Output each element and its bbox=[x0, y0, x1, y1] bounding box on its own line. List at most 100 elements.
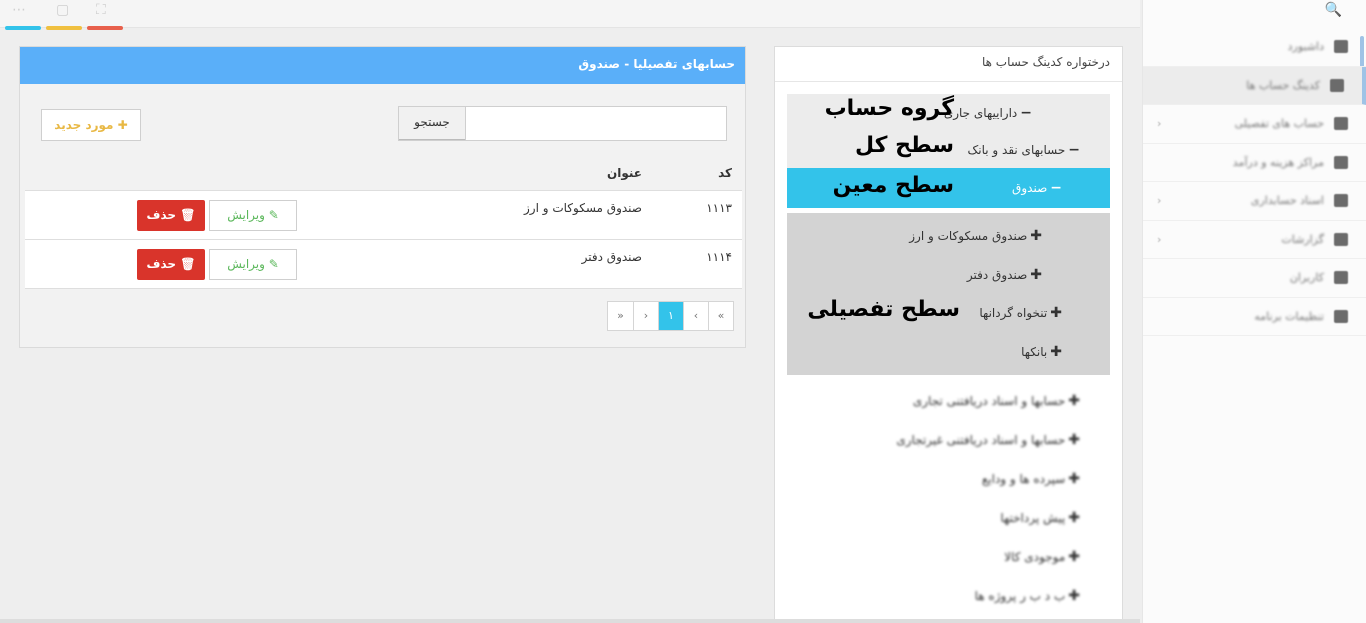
fullscreen-icon[interactable]: ⛶ bbox=[96, 2, 106, 18]
trash-icon: 🗑 bbox=[180, 208, 196, 222]
account-tree: − داراییهای جاری گروه حساب − حسابهای نقد… bbox=[787, 94, 1110, 615]
edit-button[interactable]: ✎ ویرایش bbox=[209, 200, 297, 231]
tree-panel-title: درختواره کدینگ حساب ها bbox=[775, 47, 1122, 82]
sidebar-item-account-coding[interactable]: کدینگ حساب ها bbox=[1143, 66, 1366, 105]
pager-page-1[interactable]: ۱ bbox=[658, 302, 683, 330]
tree-node-label: بانکها bbox=[1021, 344, 1048, 359]
tree-node-other[interactable]: ✚ سپرده ها و ودایع bbox=[787, 459, 1110, 498]
sidebar-menu: داشبورد کدینگ حساب ها حساب های تفصیلی ‹ … bbox=[1143, 28, 1366, 336]
tree-node-other[interactable]: ✚ حسابها و اسناد دریافتنی تجاری bbox=[787, 381, 1110, 420]
tree-node-detail[interactable]: ✚ صندوق دفتر bbox=[787, 256, 1110, 295]
tree-node-label: حسابها و اسناد دریافتنی غیرتجاری bbox=[896, 432, 1066, 447]
file-icon bbox=[1334, 155, 1348, 169]
expand-icon[interactable]: ✚ bbox=[1050, 305, 1062, 321]
expand-icon[interactable]: ✚ bbox=[1030, 267, 1042, 283]
chevron-left-icon: ‹ bbox=[1157, 232, 1162, 246]
other-tree-nodes: ✚ حسابها و اسناد دریافتنی تجاری ✚ حسابها… bbox=[787, 381, 1110, 615]
sidebar-item-label: کاربران bbox=[1289, 271, 1324, 285]
tree-node-other[interactable]: ✚ ب د ب ر پروژه ها bbox=[787, 576, 1110, 615]
chevron-left-icon: ‹ bbox=[1157, 117, 1162, 131]
level-label-detail: سطح تفصیلی bbox=[807, 297, 960, 322]
pagination: » › ۱ ‹ « bbox=[607, 301, 734, 331]
edit-icon: ✎ bbox=[268, 257, 279, 271]
sidebar-item-label: کدینگ حساب ها bbox=[1246, 78, 1320, 92]
search-icon[interactable]: 🔍 bbox=[1325, 2, 1342, 18]
row-code: ۱۱۱۳ bbox=[706, 201, 732, 215]
delete-button[interactable]: 🗑 حذف bbox=[137, 200, 205, 231]
color-strip-red bbox=[87, 26, 123, 30]
pager-prev[interactable]: ‹ bbox=[683, 302, 708, 330]
tree-node-label: صندوق دفتر bbox=[966, 267, 1028, 282]
sidebar-item-settings[interactable]: تنظیمات برنامه bbox=[1143, 298, 1366, 336]
table-row: ۱۱۱۴ صندوق دفتر ✎ ویرایش 🗑 حذف bbox=[25, 240, 742, 289]
search-button[interactable]: جستجو bbox=[399, 107, 466, 140]
tree-node-label: صندوق مسکوکات و ارز bbox=[909, 229, 1028, 244]
sidebar-item-label: داشبورد bbox=[1287, 40, 1324, 54]
collapse-icon[interactable]: − bbox=[1020, 105, 1032, 121]
new-item-label: مورد جدید bbox=[54, 118, 114, 132]
edit-label: ویرایش bbox=[227, 257, 265, 271]
sidebar-item-cost-centers[interactable]: مراکز هزینه و درآمد bbox=[1143, 144, 1366, 182]
level-label-subsidiary: سطح معین bbox=[832, 173, 954, 198]
account-tree-panel: درختواره کدینگ حساب ها − داراییهای جاری … bbox=[774, 46, 1123, 623]
window-icon[interactable]: ▢ bbox=[56, 2, 69, 18]
collapse-icon[interactable]: − bbox=[1068, 142, 1080, 158]
top-toolbar: ⋯ ▢ ⛶ bbox=[0, 0, 1140, 30]
home-icon bbox=[1334, 40, 1348, 54]
sidebar-item-detail-accounts[interactable]: حساب های تفصیلی ‹ bbox=[1143, 105, 1366, 144]
tree-node-detail[interactable]: ✚ صندوق مسکوکات و ارز bbox=[787, 217, 1110, 256]
tree-node-ledger[interactable]: − حسابهای نقد و بانک سطح کل bbox=[787, 131, 1110, 168]
sidebar-item-label: تنظیمات برنامه bbox=[1254, 309, 1324, 323]
sidebar-item-vouchers[interactable]: اسناد حسابداری ‹ bbox=[1143, 182, 1366, 221]
sidebar-item-users[interactable]: کاربران bbox=[1143, 259, 1366, 298]
sidebar-item-label: مراکز هزینه و درآمد bbox=[1232, 155, 1324, 169]
detail-accounts-panel: حسابهای تفصیلیا - صندوق جستجو ✚ مورد جدی… bbox=[19, 46, 746, 348]
search-input[interactable] bbox=[466, 107, 726, 140]
column-header-title: عنوان bbox=[607, 166, 642, 180]
row-title: صندوق دفتر bbox=[581, 250, 642, 264]
expand-icon[interactable]: ✚ bbox=[1030, 228, 1042, 244]
bottom-scrollbar[interactable] bbox=[0, 619, 1140, 623]
edit-button[interactable]: ✎ ویرایش bbox=[209, 249, 297, 280]
pager-last[interactable]: » bbox=[608, 302, 633, 330]
table-row: ۱۱۱۳ صندوق مسکوکات و ارز ✎ ویرایش 🗑 حذف bbox=[25, 191, 742, 240]
sidebar-item-reports[interactable]: گزارشات ‹ bbox=[1143, 221, 1366, 259]
tree-node-detail[interactable]: ✚ بانکها bbox=[787, 333, 1110, 372]
sidebar-item-dashboard[interactable]: داشبورد bbox=[1143, 28, 1366, 67]
row-title: صندوق مسکوکات و ارز bbox=[523, 201, 642, 215]
tree-node-detail[interactable]: ✚ تنخواه گردانها سطح تفصیلی bbox=[787, 294, 1110, 333]
tree-node-label: صندوق bbox=[1012, 181, 1048, 195]
detail-nodes-block: ✚ صندوق مسکوکات و ارز ✚ صندوق دفتر ✚ تنخ… bbox=[787, 213, 1110, 375]
expand-icon[interactable]: ✚ bbox=[1068, 393, 1080, 409]
expand-icon[interactable]: ✚ bbox=[1068, 549, 1080, 565]
delete-label: حذف bbox=[146, 208, 177, 222]
delete-button[interactable]: 🗑 حذف bbox=[137, 249, 205, 280]
collapse-icon[interactable]: − bbox=[1050, 180, 1062, 196]
level-label-group: گروه حساب bbox=[824, 96, 954, 121]
pager-first[interactable]: « bbox=[708, 302, 733, 330]
tree-node-label: سپرده ها و ودایع bbox=[981, 471, 1066, 486]
new-item-button[interactable]: ✚ مورد جدید bbox=[41, 109, 141, 141]
table-icon bbox=[1330, 78, 1344, 92]
tree-node-other[interactable]: ✚ پیش پرداختها bbox=[787, 498, 1110, 537]
delete-label: حذف bbox=[146, 257, 177, 271]
shield-icon bbox=[1334, 117, 1348, 131]
tree-node-other[interactable]: ✚ حسابها و اسناد دریافتنی غیرتجاری bbox=[787, 420, 1110, 459]
column-header-code: کد bbox=[718, 166, 732, 180]
tree-node-label: موجودی کالا bbox=[1004, 549, 1066, 564]
expand-icon[interactable]: ✚ bbox=[1068, 432, 1080, 448]
expand-icon[interactable]: ✚ bbox=[1068, 588, 1080, 604]
chevron-left-icon: ‹ bbox=[1157, 194, 1162, 208]
expand-icon[interactable]: ✚ bbox=[1068, 471, 1080, 487]
expand-icon[interactable]: ✚ bbox=[1050, 344, 1062, 360]
file-icon bbox=[1334, 194, 1348, 208]
color-strip-blue bbox=[5, 26, 41, 30]
pager-next[interactable]: › bbox=[633, 302, 658, 330]
tree-node-label: تنخواه گردانها bbox=[979, 306, 1048, 321]
menu-dots-icon[interactable]: ⋯ bbox=[12, 2, 26, 18]
tree-node-label: پیش پرداختها bbox=[1000, 510, 1066, 525]
tree-node-subsidiary[interactable]: − صندوق سطح معین bbox=[787, 168, 1110, 208]
tree-node-other[interactable]: ✚ موجودی کالا bbox=[787, 537, 1110, 576]
tree-node-group[interactable]: − داراییهای جاری گروه حساب bbox=[787, 94, 1110, 131]
expand-icon[interactable]: ✚ bbox=[1068, 510, 1080, 526]
